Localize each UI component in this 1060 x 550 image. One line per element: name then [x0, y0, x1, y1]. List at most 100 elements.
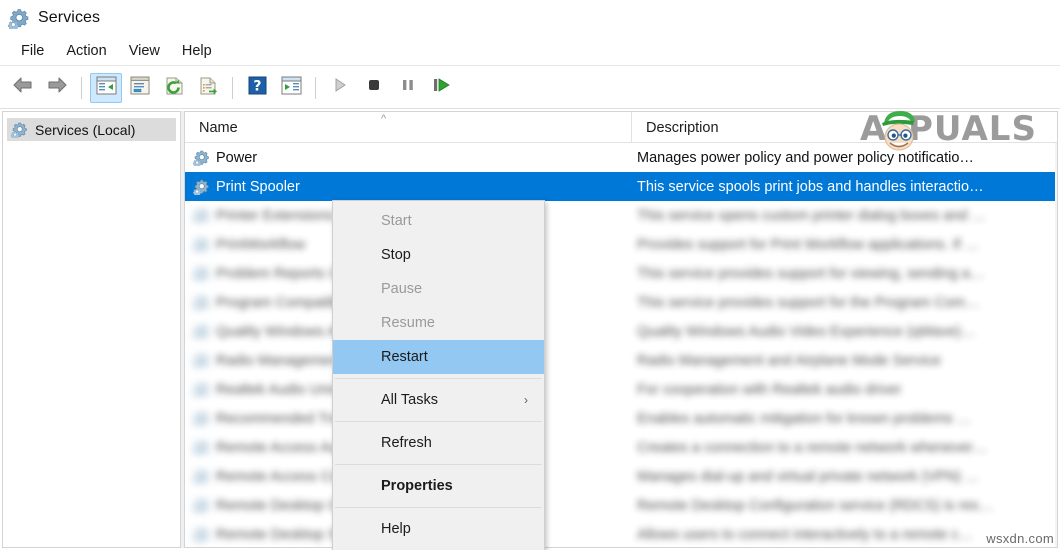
service-gear-icon [193, 439, 210, 456]
context-menu-separator [335, 421, 542, 422]
toolbar-forward[interactable] [41, 73, 73, 103]
context-menu-item-label: Help [381, 521, 411, 537]
toolbar-stop-service[interactable] [358, 73, 390, 103]
table-row[interactable]: Remote Desktop Services Allows users to c… [185, 520, 1057, 547]
context-menu-item-label: Start [381, 213, 412, 229]
show-hide-console-tree-icon [96, 76, 117, 100]
service-gear-icon [193, 381, 210, 398]
table-row[interactable]: Print Spooler This service spools print j… [185, 172, 1057, 201]
table-row[interactable]: Power Manages power policy and power poli… [185, 143, 1057, 172]
context-menu: Start Stop Pause Resume Restart All Tasks › Ref… [332, 200, 545, 550]
context-menu-start: Start [333, 204, 544, 238]
column-header-description[interactable]: Description [631, 112, 1057, 143]
context-menu-help[interactable]: Help [333, 512, 544, 546]
service-gear-icon [193, 468, 210, 485]
menu-file[interactable]: File [10, 40, 55, 62]
menu-action[interactable]: Action [55, 40, 117, 62]
list-scrollbar[interactable] [1055, 143, 1057, 547]
service-description-cell: Creates a connection to a remote network… [637, 439, 988, 456]
toolbar-show-console-tree[interactable] [90, 72, 122, 103]
service-name-label: Power [216, 149, 258, 166]
sort-ascending-icon: ^ [381, 113, 387, 125]
tree-item-services-local[interactable]: Services (Local) [7, 118, 176, 141]
service-gear-icon [193, 265, 210, 282]
service-gear-icon [193, 178, 210, 195]
toolbar-show-action-pane[interactable] [275, 73, 307, 103]
refresh-icon [164, 76, 185, 100]
table-row[interactable]: Remote Desktop Configuration Remote Deskt… [185, 491, 1057, 520]
services-rows: Power Manages power policy and power poli… [185, 143, 1057, 547]
service-name-label: PrintWorkflow [216, 236, 306, 253]
table-row[interactable]: Radio Management Service Radio Management… [185, 346, 1057, 375]
column-header-name[interactable]: Name [185, 112, 631, 143]
service-name-cell: Print Spooler [185, 178, 631, 195]
toolbar-help[interactable]: ? [241, 73, 273, 103]
service-gear-icon [193, 236, 210, 253]
context-menu-item-label: Properties [381, 478, 453, 494]
service-description-cell: This service provides support for viewin… [637, 265, 985, 282]
context-menu-resume: Resume [333, 306, 544, 340]
back-arrow-icon [12, 76, 34, 99]
menu-view[interactable]: View [118, 40, 171, 62]
service-gear-icon [193, 497, 210, 514]
chevron-right-icon: › [524, 393, 528, 407]
table-row[interactable]: Printer Extensions and Notifications This… [185, 201, 1057, 230]
service-gear-icon [193, 352, 210, 369]
service-gear-icon [193, 207, 210, 224]
stop-service-icon [365, 76, 383, 99]
service-description-cell: This service provides support for the Pr… [637, 294, 980, 311]
table-row[interactable]: Realtek Audio Universal Service For coope… [185, 375, 1057, 404]
context-menu-properties[interactable]: Properties [333, 469, 544, 503]
menu-bar: File Action View Help [0, 36, 1060, 66]
toolbar-export-list[interactable] [192, 73, 224, 103]
table-row[interactable]: Remote Access Auto Connection ManagerCre… [185, 433, 1057, 462]
service-description-cell: Provides support for Print Workflow appl… [637, 236, 980, 253]
context-menu-separator [335, 464, 542, 465]
show-action-pane-icon [281, 76, 302, 100]
toolbar-restart-service[interactable] [426, 73, 458, 103]
context-menu-refresh[interactable]: Refresh [333, 426, 544, 460]
start-service-icon [331, 76, 349, 99]
service-name-label: Print Spooler [216, 178, 300, 195]
context-menu-stop[interactable]: Stop [333, 238, 544, 272]
service-description-cell: Radio Management and Airplane Mode Servi… [637, 352, 941, 369]
table-row[interactable]: PrintWorkflow Provides support for Print … [185, 230, 1057, 259]
services-list-pane: Name ^ Description Power Manages power po… [185, 111, 1058, 548]
service-gear-icon [193, 149, 210, 166]
table-row[interactable]: Recommended Troubleshooting ServiceEnabl… [185, 404, 1057, 433]
column-header-description-label: Description [646, 119, 719, 136]
column-header-name-label: Name [199, 119, 238, 136]
table-row[interactable]: Remote Access Connection ManagerManages … [185, 462, 1057, 491]
site-watermark: wsxdn.com [986, 531, 1054, 546]
context-menu-restart[interactable]: Restart [333, 340, 544, 374]
context-menu-all-tasks[interactable]: All Tasks › [333, 383, 544, 417]
pause-service-icon [399, 76, 417, 99]
toolbar-refresh[interactable] [158, 73, 190, 103]
context-menu-item-label: All Tasks [381, 392, 438, 408]
toolbar-start-service[interactable] [324, 73, 356, 103]
console-tree-pane: Services (Local) [2, 111, 180, 548]
service-gear-icon [193, 294, 210, 311]
toolbar-back[interactable] [7, 73, 39, 103]
forward-arrow-icon [46, 76, 68, 99]
toolbar-pause-service[interactable] [392, 73, 424, 103]
service-description-cell: This service opens custom printer dialog… [637, 207, 986, 224]
toolbar-properties[interactable] [124, 73, 156, 103]
service-description-cell: Quality Windows Audio Video Experience (… [637, 323, 976, 340]
restart-service-icon [432, 76, 452, 99]
context-menu-item-label: Pause [381, 281, 423, 297]
services-gear-icon [8, 7, 30, 29]
context-menu-item-label: Restart [381, 349, 428, 365]
table-row[interactable]: Problem Reports Control Panel SupportThi… [185, 259, 1057, 288]
services-gear-icon [11, 121, 28, 138]
table-row[interactable]: Program Compatibility Assistant ServiceT… [185, 288, 1057, 317]
service-gear-icon [193, 526, 210, 543]
context-menu-item-label: Refresh [381, 435, 432, 451]
tree-item-label: Services (Local) [35, 121, 136, 138]
menu-help[interactable]: Help [171, 40, 223, 62]
table-row[interactable]: Quality Windows Audio Video ExperienceQu… [185, 317, 1057, 346]
help-icon: ? [248, 76, 267, 100]
context-menu-item-label: Resume [381, 315, 435, 331]
service-description-cell: Enables automatic mitigation for known p… [637, 410, 972, 427]
list-column-headers: Name ^ Description [185, 112, 1057, 143]
